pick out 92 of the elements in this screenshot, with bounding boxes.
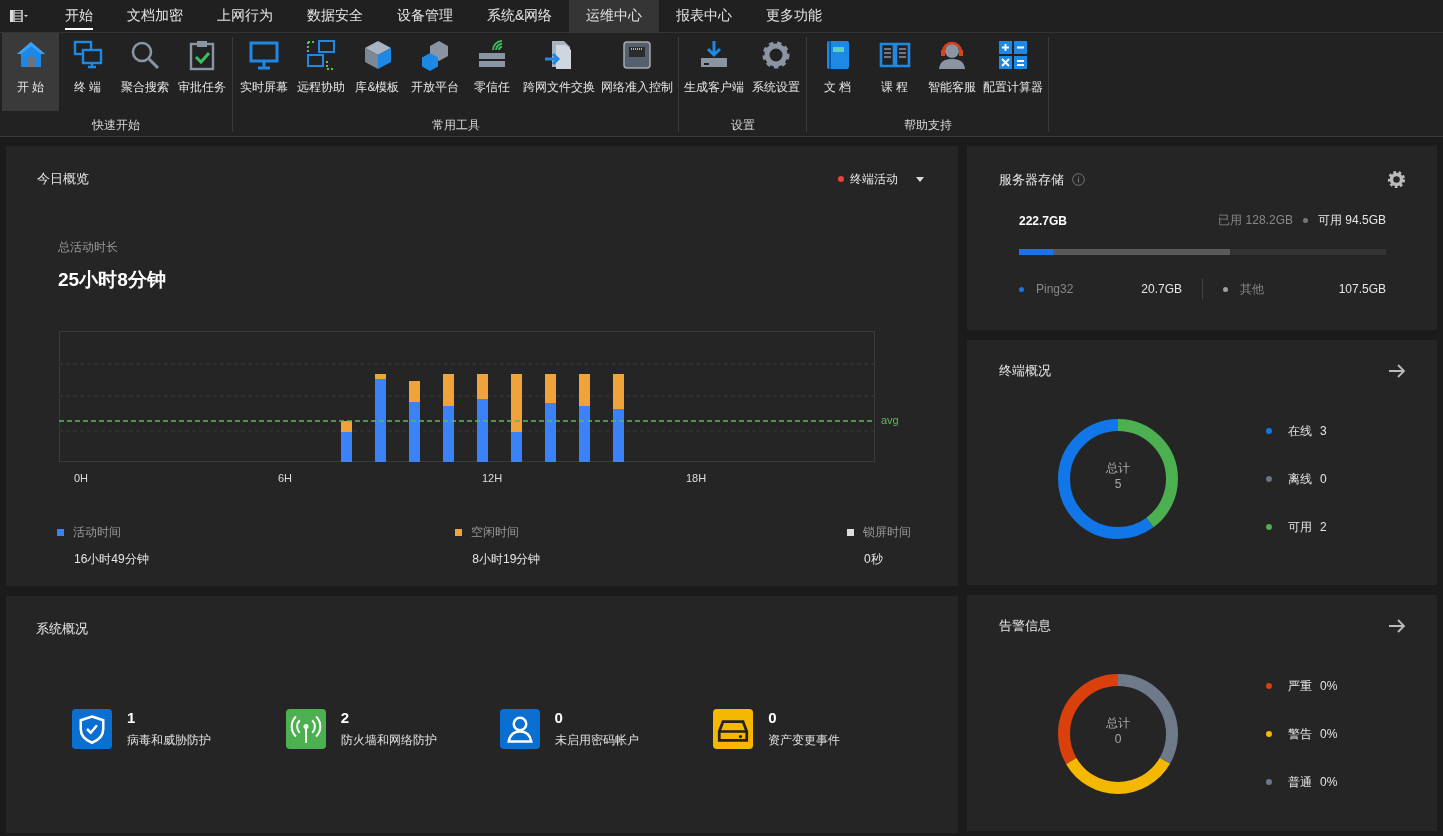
ribbon-group-label: 帮助支持 — [902, 117, 953, 134]
legend-label: 在线 — [1288, 422, 1312, 440]
legend-value: 16小时49分钟 — [73, 551, 149, 568]
menu-tab[interactable]: 报表中心 — [659, 0, 750, 33]
ribbon-button[interactable]: 远程协助 — [292, 33, 349, 111]
legend-value: 0% — [1320, 775, 1338, 789]
menu-tab[interactable]: 更多功能 — [749, 0, 840, 33]
legend-label: 普通 — [1288, 773, 1312, 791]
legend-value: 0秒 — [863, 551, 884, 568]
legend-label: 警告 — [1288, 725, 1312, 743]
donut-center-label: 总计 — [1105, 715, 1131, 731]
stacked-bar — [341, 421, 352, 462]
ribbon-button[interactable]: 零信任 — [463, 33, 520, 111]
count-value: 2 — [340, 709, 351, 726]
axis-tick-label: 18H — [686, 472, 707, 484]
network-monitors-icon — [304, 39, 337, 71]
legend-value: 0% — [1320, 727, 1338, 741]
metric-label: 资产变更事件 — [768, 732, 841, 749]
legend-label: 空闲时间 — [471, 524, 520, 541]
legend-value: 20.7GB — [1141, 282, 1182, 296]
menu-icon[interactable] — [10, 10, 28, 22]
ribbon-button[interactable]: 课 程 — [866, 33, 923, 111]
count-value: 0 — [768, 709, 778, 726]
caret-icon — [916, 176, 924, 182]
arrow-right-icon[interactable] — [1388, 363, 1406, 379]
menu-tab[interactable]: 运维中心 — [569, 0, 660, 33]
axis-tick-label: 6H — [278, 472, 293, 484]
arrow-right-icon[interactable] — [1388, 618, 1406, 634]
count-value: 0 — [554, 709, 564, 726]
ribbon-group-label: 快速开始 — [91, 117, 141, 134]
total-duration-value: 25小时8分钟 — [58, 268, 167, 292]
ribbon-button[interactable]: 配置计算器 — [980, 33, 1046, 111]
legend-value: 2 — [1320, 520, 1327, 534]
legend-value: 0% — [1320, 679, 1338, 693]
total-duration-label: 总活动时长 — [58, 239, 119, 256]
ribbon-button[interactable]: 聚合搜索 — [116, 33, 173, 111]
metric-label: 未启用密码帐户 — [554, 732, 639, 749]
legend-label: 可用 — [1288, 518, 1312, 536]
card-title: 告警信息 — [999, 617, 1051, 635]
metric-label: 病毒和威胁防护 — [127, 732, 211, 749]
legend-label: 锁屏时间 — [863, 524, 911, 541]
legend-label: 其他 — [1240, 280, 1265, 298]
card-title: 今日概览 — [37, 170, 89, 188]
ribbon-button[interactable]: 智能客服 — [923, 33, 980, 111]
donut-center-value: 0 — [1113, 731, 1123, 747]
ribbon-button[interactable]: 实时屏幕 — [235, 33, 292, 111]
ribbon-button[interactable]: 审批任务 — [173, 33, 230, 111]
menu-tab[interactable]: 上网行为 — [200, 0, 290, 33]
count-value: 1 — [127, 709, 137, 726]
donut-center-value: 5 — [1113, 476, 1123, 492]
ribbon-button[interactable]: 开放平台 — [406, 33, 463, 111]
monitors-icon — [71, 39, 104, 71]
ribbon-button[interactable]: 系统设置 — [747, 33, 804, 111]
activity-filter-dropdown[interactable]: 终端活动 — [838, 170, 924, 188]
legend-label: 活动时间 — [73, 524, 121, 541]
average-line-label: avg — [881, 414, 899, 426]
metric-label: 防火墙和网络防护 — [340, 732, 437, 749]
menu-tab[interactable]: 数据安全 — [290, 0, 380, 33]
card-title: 服务器存储 — [999, 170, 1064, 189]
donut-center-label: 总计 — [1105, 460, 1131, 476]
ribbon-button[interactable]: 终 端 — [59, 33, 116, 111]
info-icon[interactable] — [1072, 173, 1085, 186]
legend-value: 0 — [1320, 472, 1327, 486]
free-storage-text: 可用 94.5GB — [1317, 213, 1386, 227]
ribbon-button[interactable]: 网络准入控制 — [598, 33, 676, 111]
legend-label: Ping32 — [1036, 282, 1075, 296]
ribbon-group-label: 设置 — [729, 117, 756, 134]
menu-tab[interactable]: 文档加密 — [110, 0, 200, 33]
menu-tab[interactable]: 系统&网络 — [470, 0, 570, 33]
ribbon-button[interactable]: 跨网文件交换 — [520, 33, 598, 111]
card-title: 系统概况 — [36, 620, 89, 638]
ribbon-button[interactable]: 文 档 — [809, 33, 866, 111]
used-storage-text: 已用 128.2GB — [1218, 213, 1293, 227]
legend-value: 107.5GB — [1338, 282, 1386, 296]
axis-tick-label: 12H — [482, 472, 503, 484]
menu-tab[interactable]: 开始 — [48, 0, 110, 33]
legend-value: 3 — [1320, 424, 1327, 438]
ribbon-button[interactable]: 开 始 — [2, 33, 59, 111]
ribbon-button[interactable]: 生成客户端 — [681, 33, 747, 111]
storage-total: 222.7GB — [1019, 213, 1068, 228]
monitor-icon — [247, 39, 280, 71]
legend-value: 8小时19分钟 — [471, 551, 541, 568]
axis-tick-label: 0H — [74, 472, 89, 484]
card-title: 终端概况 — [999, 362, 1051, 380]
legend-label: 严重 — [1288, 677, 1312, 695]
ribbon-button[interactable]: 库&模板 — [349, 33, 406, 111]
ribbon-group-label: 常用工具 — [430, 117, 481, 134]
menu-tab[interactable]: 设备管理 — [380, 0, 470, 33]
legend-label: 离线 — [1288, 470, 1312, 488]
settings-icon[interactable] — [1387, 170, 1406, 189]
calculator-icon — [997, 39, 1029, 71]
network-port-icon — [621, 39, 653, 71]
